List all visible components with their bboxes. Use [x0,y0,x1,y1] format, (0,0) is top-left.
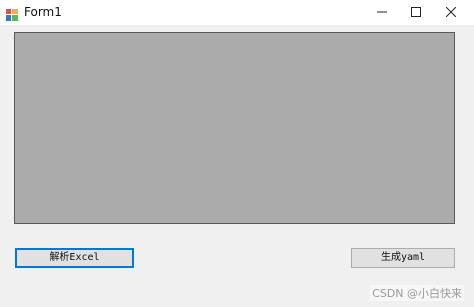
parse-excel-button[interactable]: 解析Excel [15,248,134,268]
maximize-icon [411,7,421,17]
watermark: CSDN @小白快来 [370,285,464,301]
data-grid-view[interactable] [14,32,455,224]
minimize-icon [377,11,387,13]
app-icon [6,6,18,21]
close-button[interactable] [430,0,474,25]
generate-yaml-button[interactable]: 生成yaml [351,248,455,268]
close-icon [446,7,456,17]
form-window: Form1 解析Excel 生成yaml CSDN @小白快来 [0,0,474,307]
title-bar[interactable]: Form1 [0,0,474,25]
window-title: Form1 [24,5,62,19]
